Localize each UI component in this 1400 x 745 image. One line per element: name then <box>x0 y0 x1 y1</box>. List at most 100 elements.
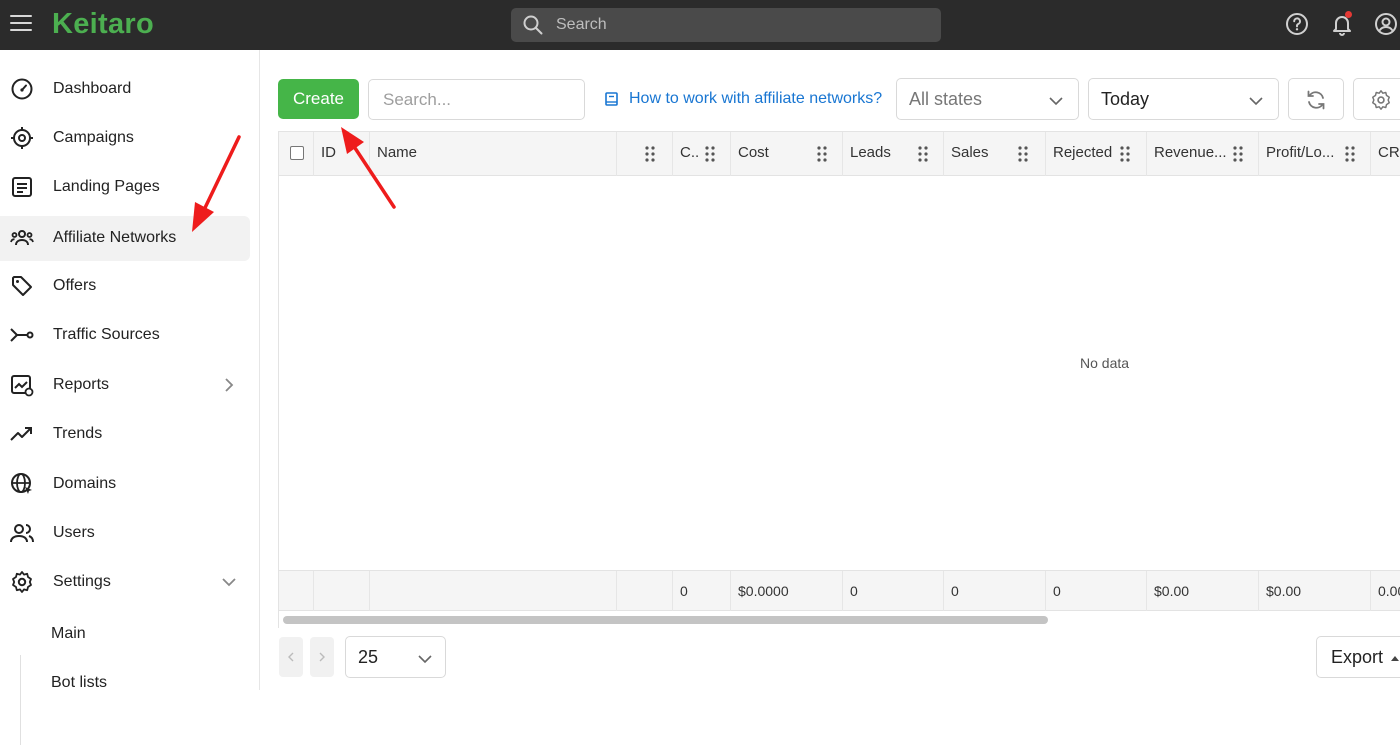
notification-badge <box>1345 11 1352 18</box>
search-icon <box>523 15 543 35</box>
totals-cell-profit-loss: $0.00 <box>1259 571 1371 611</box>
sidebar-item-label: Campaigns <box>53 129 134 146</box>
state-filter-select[interactable]: All states <box>896 78 1079 120</box>
trend-icon <box>10 427 32 441</box>
totals-value: $0.00 <box>1266 583 1302 599</box>
column-header-profit-loss[interactable]: Profit/Lo... <box>1259 132 1371 176</box>
column-header-cr[interactable]: CR <box>1371 132 1400 176</box>
drag-handle-icon[interactable] <box>1233 145 1243 163</box>
column-header-leads[interactable]: Leads <box>843 132 944 176</box>
chevron-right-icon <box>319 652 325 662</box>
sidebar-item-landing-pages[interactable]: Landing Pages <box>0 165 250 210</box>
table-settings-button[interactable] <box>1353 78 1400 120</box>
column-label: ID <box>321 144 336 161</box>
affiliate-networks-table: ID Name C.. Cost Leads Sales Rejected Re… <box>278 131 1400 628</box>
totals-value: 0 <box>1053 583 1061 599</box>
column-label: C.. <box>680 144 700 161</box>
date-filter-value: Today <box>1101 89 1150 109</box>
target-icon <box>11 127 33 149</box>
drag-handle-icon[interactable] <box>705 145 715 163</box>
chevron-down-icon <box>222 578 236 587</box>
column-header-cost[interactable]: Cost <box>731 132 843 176</box>
search-input[interactable] <box>368 79 585 120</box>
totals-value: 0.00 <box>1378 583 1400 599</box>
refresh-button[interactable] <box>1288 78 1344 120</box>
drag-handle-icon[interactable] <box>817 145 827 163</box>
column-header-rejected[interactable]: Rejected <box>1046 132 1147 176</box>
totals-cell-revenue: $0.00 <box>1147 571 1259 611</box>
drag-handle-icon[interactable] <box>1345 145 1355 163</box>
sidebar-item-dashboard[interactable]: Dashboard <box>0 67 250 112</box>
column-header-name[interactable]: Name <box>370 132 617 176</box>
create-button[interactable]: Create <box>278 79 359 119</box>
sidebar-item-reports[interactable]: Reports <box>0 363 250 408</box>
report-icon <box>11 375 34 397</box>
totals-cell-empty <box>370 571 617 611</box>
column-label: CR <box>1378 144 1400 161</box>
column-label: Revenue... <box>1154 144 1227 161</box>
empty-state-text: No data <box>1080 355 1130 371</box>
sidebar-item-label: Dashboard <box>53 80 132 97</box>
drag-handle-icon[interactable] <box>1120 145 1130 163</box>
caret-up-icon <box>1391 656 1399 661</box>
chevron-left-icon <box>288 652 294 662</box>
menu-icon[interactable] <box>10 15 32 33</box>
sidebar-subitem-bot-lists[interactable]: Bot lists <box>51 674 107 692</box>
sidebar-subitem-main[interactable]: Main <box>51 625 86 643</box>
sidebar-item-offers[interactable]: Offers <box>0 264 250 309</box>
export-button[interactable]: Export <box>1316 636 1400 678</box>
chevron-down-icon <box>1049 97 1063 106</box>
date-filter-select[interactable]: Today <box>1088 78 1279 120</box>
gear-icon <box>1372 90 1390 110</box>
sidebar-item-label: Landing Pages <box>53 178 160 195</box>
column-header-revenue[interactable]: Revenue... <box>1147 132 1259 176</box>
prev-page-button[interactable] <box>279 637 303 677</box>
totals-cell-cr: 0.00 <box>1371 571 1400 611</box>
column-label: Leads <box>850 144 891 161</box>
totals-value: 0 <box>680 583 688 599</box>
drag-handle-icon[interactable] <box>918 145 928 163</box>
sidebar-item-affiliate-networks[interactable]: Affiliate Networks <box>0 216 250 261</box>
sidebar-item-settings[interactable]: Settings <box>0 560 250 605</box>
next-page-button[interactable] <box>310 637 334 677</box>
help-icon[interactable] <box>1285 12 1309 36</box>
app-logo[interactable]: Keitaro <box>52 8 154 41</box>
help-link-text[interactable]: How to work with affiliate networks? <box>629 90 882 108</box>
export-label: Export <box>1331 647 1384 667</box>
sidebar-item-domains[interactable]: Domains <box>0 462 250 507</box>
column-header-clicks[interactable]: C.. <box>673 132 731 176</box>
route-icon <box>10 328 34 342</box>
horizontal-scrollbar[interactable] <box>283 616 1048 624</box>
per-page-select[interactable]: 25 <box>345 636 446 678</box>
select-all-checkbox[interactable] <box>290 146 304 160</box>
sidebar-item-label: Reports <box>53 376 110 393</box>
totals-value: 0 <box>951 583 959 599</box>
state-filter-value: All states <box>909 89 983 109</box>
document-icon <box>12 177 32 197</box>
totals-cell-empty <box>314 571 370 611</box>
users-icon <box>10 524 34 543</box>
account-icon[interactable] <box>1374 12 1398 36</box>
top-bar: Keitaro Search <box>0 0 1400 50</box>
global-search-input[interactable]: Search <box>511 8 941 42</box>
totals-value: $0.00 <box>1154 583 1190 599</box>
sidebar-item-campaigns[interactable]: Campaigns <box>0 116 250 161</box>
gear-icon <box>12 571 32 593</box>
totals-cell-sales: 0 <box>944 571 1046 611</box>
column-drag-cell <box>617 132 673 176</box>
column-header-id[interactable]: ID <box>314 132 370 176</box>
sidebar-item-label: Affiliate Networks <box>53 229 177 246</box>
sidebar-item-users[interactable]: Users <box>0 511 250 556</box>
sidebar-item-trends[interactable]: Trends <box>0 412 250 457</box>
submenu-guide-line <box>20 655 21 745</box>
table-header: ID Name C.. Cost Leads Sales Rejected Re… <box>279 132 1400 176</box>
sidebar-item-traffic-sources[interactable]: Traffic Sources <box>0 313 250 358</box>
drag-handle-icon[interactable] <box>645 145 655 163</box>
column-label: Name <box>377 144 418 161</box>
book-icon <box>605 92 618 106</box>
users-network-icon <box>10 230 34 246</box>
column-header-sales[interactable]: Sales <box>944 132 1046 176</box>
dashboard-icon <box>11 78 33 100</box>
chevron-right-icon <box>225 378 234 392</box>
drag-handle-icon[interactable] <box>1018 145 1028 163</box>
